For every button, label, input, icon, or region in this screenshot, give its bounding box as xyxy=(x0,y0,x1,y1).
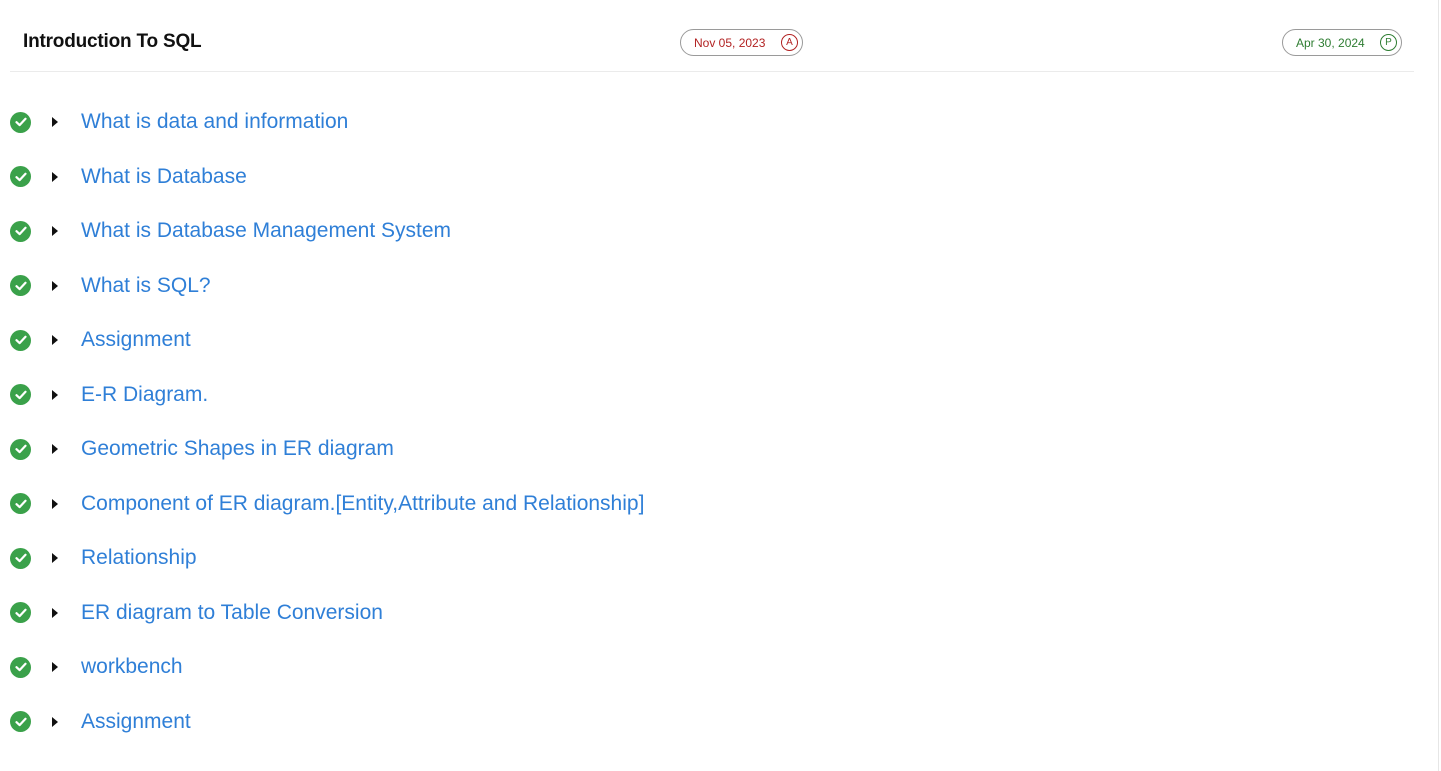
topic-item: Component of ER diagram.[Entity,Attribut… xyxy=(0,477,1400,532)
check-icon xyxy=(10,111,31,133)
topic-link[interactable]: What is data and information xyxy=(81,110,348,134)
section-title: Introduction To SQL xyxy=(23,31,202,52)
topic-link[interactable]: Assignment xyxy=(81,328,191,352)
expand-caret-icon[interactable] xyxy=(52,607,58,618)
topic-item: What is Database Management System xyxy=(0,204,1400,259)
start-date-badge: A xyxy=(781,34,798,51)
end-date-badge: P xyxy=(1380,34,1397,51)
expand-caret-icon[interactable] xyxy=(52,444,58,455)
expand-caret-icon[interactable] xyxy=(52,498,58,509)
expand-caret-icon[interactable] xyxy=(52,716,58,727)
check-icon xyxy=(10,275,31,297)
topic-item: E-R Diagram. xyxy=(0,368,1400,423)
check-icon xyxy=(10,166,31,188)
topic-item: workbench xyxy=(0,640,1400,695)
topic-item: Relationship xyxy=(0,531,1400,586)
topic-item: What is SQL? xyxy=(0,259,1400,314)
expand-caret-icon[interactable] xyxy=(52,335,58,346)
topic-link[interactable]: ER diagram to Table Conversion xyxy=(81,601,383,625)
section-header: Introduction To SQL Nov 05, 2023 A Apr 3… xyxy=(10,0,1414,72)
topic-item: Geometric Shapes in ER diagram xyxy=(0,422,1400,477)
topic-link[interactable]: What is Database xyxy=(81,165,247,189)
topic-item: Assignment xyxy=(0,313,1400,368)
check-icon xyxy=(10,711,31,733)
check-icon xyxy=(10,602,31,624)
expand-caret-icon[interactable] xyxy=(52,389,58,400)
expand-caret-icon[interactable] xyxy=(52,280,58,291)
expand-caret-icon[interactable] xyxy=(52,226,58,237)
right-divider xyxy=(1438,0,1439,771)
start-date-pill: Nov 05, 2023 A xyxy=(680,29,803,56)
check-icon xyxy=(10,493,31,515)
topic-list: What is data and information What is Dat… xyxy=(0,95,1400,749)
topic-link[interactable]: Component of ER diagram.[Entity,Attribut… xyxy=(81,492,644,516)
start-date: Nov 05, 2023 xyxy=(694,35,766,50)
check-icon xyxy=(10,547,31,569)
check-icon xyxy=(10,329,31,351)
topic-link[interactable]: What is Database Management System xyxy=(81,219,451,243)
topic-link[interactable]: Geometric Shapes in ER diagram xyxy=(81,437,394,461)
topic-item: What is Database xyxy=(0,150,1400,205)
topic-item: What is data and information xyxy=(0,95,1400,150)
expand-caret-icon[interactable] xyxy=(52,553,58,564)
topic-link[interactable]: Relationship xyxy=(81,546,197,570)
end-date-pill: Apr 30, 2024 P xyxy=(1282,29,1402,56)
page: Introduction To SQL Nov 05, 2023 A Apr 3… xyxy=(0,0,1441,771)
end-date: Apr 30, 2024 xyxy=(1296,35,1365,50)
topic-link[interactable]: workbench xyxy=(81,655,183,679)
topic-item: ER diagram to Table Conversion xyxy=(0,586,1400,641)
check-icon xyxy=(10,656,31,678)
expand-caret-icon[interactable] xyxy=(52,117,58,128)
check-icon xyxy=(10,220,31,242)
topic-item: Assignment xyxy=(0,695,1400,750)
topic-link[interactable]: E-R Diagram. xyxy=(81,383,208,407)
expand-caret-icon[interactable] xyxy=(52,171,58,182)
check-icon xyxy=(10,438,31,460)
expand-caret-icon[interactable] xyxy=(52,662,58,673)
check-icon xyxy=(10,384,31,406)
topic-link[interactable]: Assignment xyxy=(81,710,191,734)
topic-link[interactable]: What is SQL? xyxy=(81,274,211,298)
